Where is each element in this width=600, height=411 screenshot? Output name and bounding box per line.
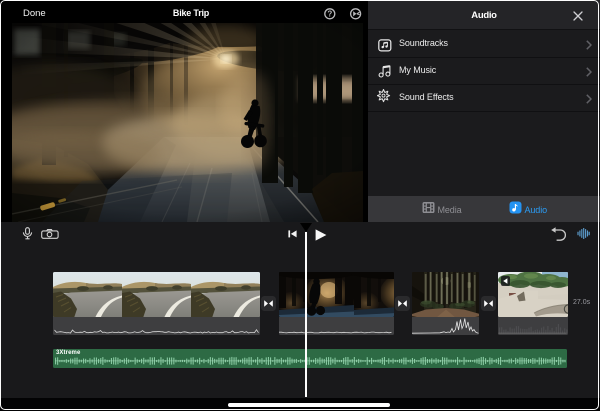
- svg-text:?: ?: [327, 10, 332, 19]
